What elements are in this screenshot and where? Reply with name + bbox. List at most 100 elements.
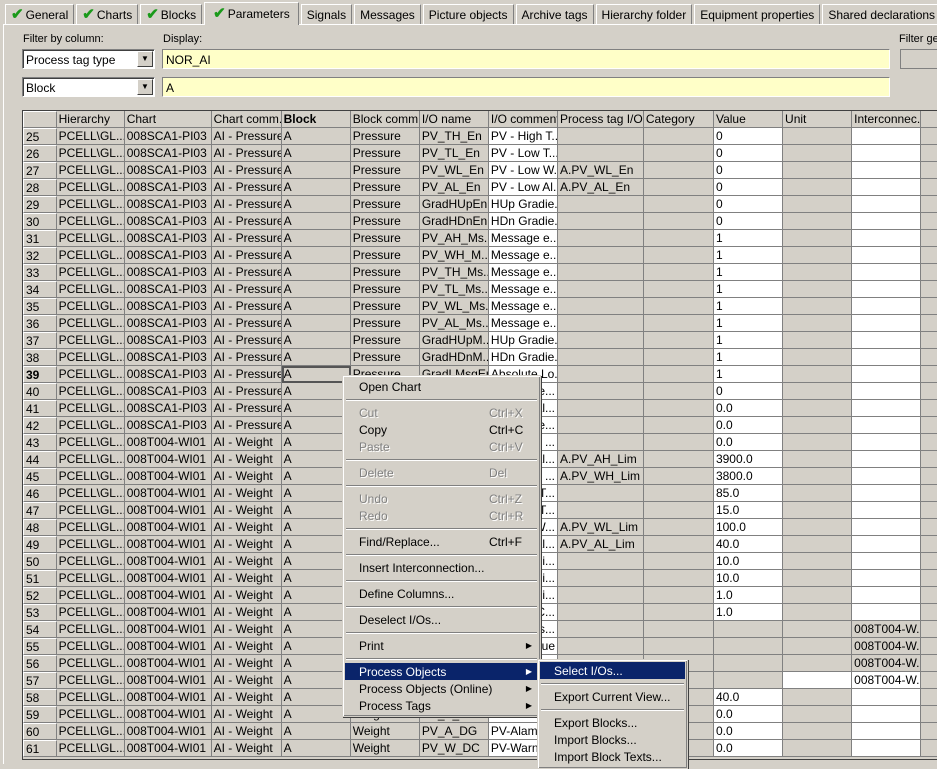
row-number[interactable]: 30 — [23, 213, 57, 230]
table-cell[interactable]: AI - Pressure — [211, 162, 282, 179]
table-cell[interactable] — [783, 383, 853, 400]
table-cell[interactable] — [713, 655, 784, 672]
table-row[interactable]: 33 PCELL\GL... 008SCA1-PI03 AI - Pressure A P… — [23, 264, 937, 281]
row-number[interactable]: 55 — [23, 638, 57, 655]
table-cell[interactable]: AI - Pressure — [211, 417, 282, 434]
table-cell[interactable] — [783, 689, 853, 706]
table-cell[interactable]: A — [281, 587, 351, 604]
table-cell[interactable]: Message e... — [488, 298, 559, 315]
table-row[interactable]: 60 PCELL\GL... 008T004-WI01 AI - Weight A Wei… — [23, 723, 937, 740]
table-cell[interactable]: A — [281, 638, 351, 655]
menu-item-export-current-view[interactable]: Export Current View... — [540, 688, 685, 705]
table-cell[interactable]: 1 — [713, 298, 784, 315]
table-cell[interactable] — [921, 281, 937, 298]
table-cell[interactable] — [921, 655, 937, 672]
table-cell[interactable] — [558, 315, 644, 332]
table-cell[interactable] — [852, 196, 922, 213]
table-cell[interactable]: 1.0 — [713, 587, 784, 604]
table-cell[interactable]: GradHUpEn — [419, 196, 489, 213]
table-cell[interactable] — [783, 553, 853, 570]
table-cell[interactable]: PCELL\GL... — [56, 230, 125, 247]
table-cell[interactable]: 008SCA1-PI03 — [124, 264, 212, 281]
table-cell[interactable] — [852, 281, 922, 298]
table-cell[interactable] — [852, 723, 922, 740]
table-cell[interactable]: AI - Weight — [211, 587, 282, 604]
table-cell[interactable] — [783, 298, 853, 315]
table-cell[interactable]: A — [281, 332, 351, 349]
table-cell[interactable]: 0 — [713, 162, 784, 179]
table-cell[interactable]: 008T004-W... — [852, 638, 922, 655]
table-cell[interactable]: 008T004-WI01 — [124, 655, 212, 672]
table-cell[interactable]: A — [281, 247, 351, 264]
table-cell[interactable] — [852, 162, 922, 179]
table-cell[interactable] — [921, 400, 937, 417]
table-row[interactable]: 26 PCELL\GL... 008SCA1-PI03 AI - Pressure A P… — [23, 145, 937, 162]
table-cell[interactable] — [921, 451, 937, 468]
row-number[interactable]: 51 — [23, 570, 57, 587]
column-header[interactable]: Process tag I/O — [558, 111, 644, 128]
table-cell[interactable]: PCELL\GL... — [56, 723, 125, 740]
column-header[interactable]: I/O comment — [488, 111, 559, 128]
table-cell[interactable]: PCELL\GL... — [56, 128, 125, 145]
table-cell[interactable] — [783, 621, 853, 638]
table-row[interactable]: 61 PCELL\GL... 008T004-WI01 AI - Weight A Wei… — [23, 740, 937, 757]
table-cell[interactable]: AI - Weight — [211, 502, 282, 519]
table-cell[interactable]: A — [281, 145, 351, 162]
table-row[interactable]: 32 PCELL\GL... 008SCA1-PI03 AI - Pressure A P… — [23, 247, 937, 264]
table-cell[interactable]: 1 — [713, 349, 784, 366]
table-cell[interactable]: 008SCA1-PI03 — [124, 281, 212, 298]
filter-display-input-2[interactable]: A — [162, 77, 890, 97]
table-cell[interactable]: 0 — [713, 213, 784, 230]
menu-item-import-blocks[interactable]: Import Blocks... — [540, 731, 685, 748]
table-cell[interactable] — [643, 162, 714, 179]
table-cell[interactable]: AI - Weight — [211, 638, 282, 655]
table-cell[interactable]: PCELL\GL... — [56, 689, 125, 706]
table-cell[interactable]: AI - Pressure — [211, 128, 282, 145]
row-number[interactable]: 34 — [23, 281, 57, 298]
table-cell[interactable] — [921, 723, 937, 740]
table-cell[interactable]: A — [281, 315, 351, 332]
column-header[interactable]: Block — [281, 111, 351, 128]
row-number[interactable]: 36 — [23, 315, 57, 332]
table-cell[interactable]: AI - Pressure — [211, 145, 282, 162]
table-cell[interactable] — [852, 128, 922, 145]
table-cell[interactable] — [921, 145, 937, 162]
column-header[interactable] — [921, 111, 937, 128]
table-cell[interactable]: 1 — [713, 230, 784, 247]
table-cell[interactable]: HDn Gradie... — [488, 213, 559, 230]
table-cell[interactable] — [921, 536, 937, 553]
table-cell[interactable] — [643, 179, 714, 196]
table-cell[interactable]: Message e... — [488, 247, 559, 264]
table-cell[interactable] — [852, 570, 922, 587]
table-cell[interactable]: PCELL\GL... — [56, 451, 125, 468]
table-cell[interactable]: A — [281, 536, 351, 553]
table-cell[interactable]: PV_A_DG — [419, 723, 489, 740]
table-cell[interactable]: 008T004-WI01 — [124, 689, 212, 706]
table-row[interactable]: 37 PCELL\GL... 008SCA1-PI03 AI - Pressure A P… — [23, 332, 937, 349]
table-cell[interactable]: A.PV_AH_Lim — [558, 451, 644, 468]
table-cell[interactable]: 008T004-WI01 — [124, 570, 212, 587]
table-cell[interactable]: AI - Pressure — [211, 213, 282, 230]
table-cell[interactable] — [558, 587, 644, 604]
chevron-down-icon[interactable]: ▼ — [137, 51, 153, 67]
menu-item-process-objects-online[interactable]: Process Objects (Online) ▶ — [345, 680, 538, 697]
table-cell[interactable]: A — [281, 468, 351, 485]
table-cell[interactable] — [921, 179, 937, 196]
row-number[interactable]: 27 — [23, 162, 57, 179]
filter-column-select-1[interactable]: Process tag type ▼ — [22, 49, 155, 69]
table-cell[interactable] — [852, 451, 922, 468]
table-cell[interactable] — [643, 587, 714, 604]
table-cell[interactable] — [713, 621, 784, 638]
menu-item-cut[interactable]: Cut Ctrl+X — [345, 404, 538, 421]
table-cell[interactable]: 0 — [713, 128, 784, 145]
table-cell[interactable]: PCELL\GL... — [56, 519, 125, 536]
table-cell[interactable] — [921, 570, 937, 587]
table-cell[interactable]: 008T004-W... — [852, 672, 922, 689]
table-cell[interactable]: 008SCA1-PI03 — [124, 128, 212, 145]
table-cell[interactable]: PCELL\GL... — [56, 502, 125, 519]
table-cell[interactable]: 008T004-WI01 — [124, 723, 212, 740]
table-cell[interactable] — [558, 604, 644, 621]
table-cell[interactable]: AI - Pressure — [211, 230, 282, 247]
table-cell[interactable]: PCELL\GL... — [56, 332, 125, 349]
tab-picture-objects[interactable]: Picture objects — [422, 4, 514, 25]
